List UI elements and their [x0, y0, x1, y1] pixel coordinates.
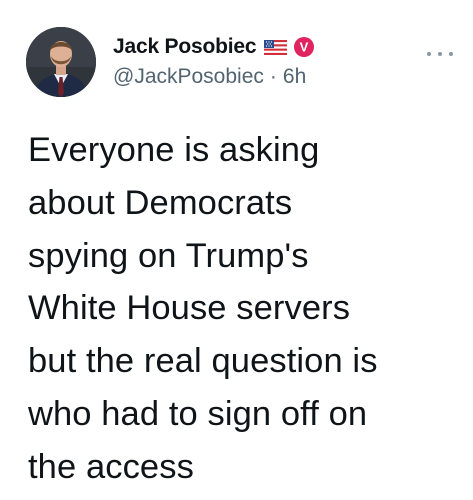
name-row: Jack Posobiec V — [113, 33, 453, 61]
verified-icon: V — [293, 36, 315, 58]
more-dot-icon — [449, 52, 453, 56]
more-dot-icon — [427, 52, 431, 56]
tweet-text-line: Everyone is asking — [28, 131, 320, 169]
tweet-text-line: the access — [28, 447, 194, 486]
tweet-text-line: White House servers — [28, 289, 351, 328]
display-name[interactable]: Jack Posobiec — [113, 35, 257, 59]
handle[interactable]: @JackPosobiec — [113, 65, 264, 88]
tweet-text-line: but the real question is — [28, 342, 378, 381]
tweet-text: Everyone is asking about Democrats spyin… — [28, 124, 458, 494]
tweet-text-line: spying on Trump's — [28, 236, 309, 275]
timestamp[interactable]: 6h — [283, 65, 306, 88]
tweet-text-line: who had to sign off on — [28, 394, 368, 433]
more-options-button[interactable] — [427, 47, 453, 61]
tweet-card[interactable]: Jack Posobiec V @JackPosobiec · 6h Every… — [0, 0, 473, 500]
more-dot-icon — [438, 52, 442, 56]
verified-badge-letter: V — [300, 40, 309, 55]
tweet-header: Jack Posobiec V @JackPosobiec · 6h — [113, 33, 453, 89]
us-flag-icon — [264, 39, 288, 55]
separator: · — [269, 65, 277, 88]
meta-row: @JackPosobiec · 6h — [113, 65, 453, 89]
tweet-text-line: about Democrats — [28, 183, 293, 222]
avatar[interactable] — [26, 27, 96, 97]
